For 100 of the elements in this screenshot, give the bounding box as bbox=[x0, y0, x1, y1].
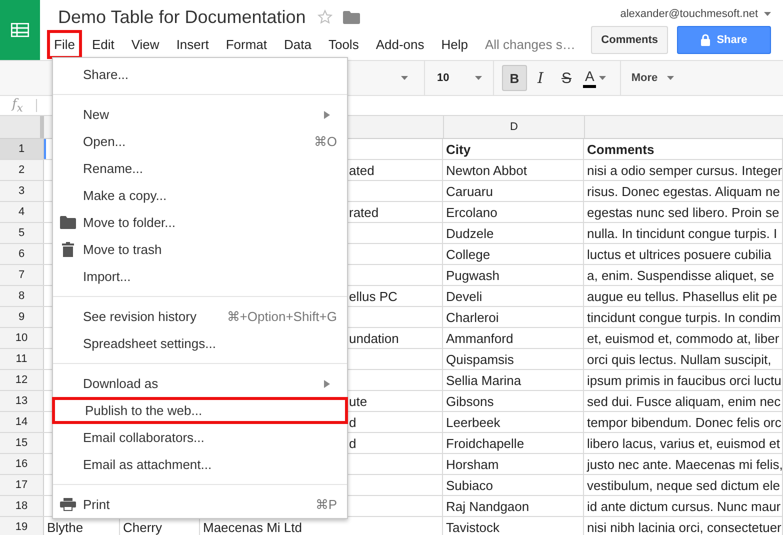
caret-icon[interactable] bbox=[764, 12, 771, 16]
menu-item[interactable]: Data bbox=[277, 30, 318, 58]
row-number[interactable]: 19 bbox=[0, 517, 44, 535]
font-size-dropdown[interactable]: 10 bbox=[433, 72, 485, 84]
folder-icon bbox=[60, 216, 76, 229]
table-cell: nisi nibh lacinia orci, consectetuer bbox=[587, 520, 782, 534]
caret-icon bbox=[599, 76, 606, 80]
column-header[interactable]: D bbox=[443, 116, 584, 138]
text-color-button[interactable]: A bbox=[580, 65, 612, 91]
dropdown-caret-icon[interactable] bbox=[401, 76, 408, 80]
table-cell: Ercolano bbox=[446, 206, 498, 218]
menu-item[interactable]: Open... ⌘O bbox=[53, 128, 347, 155]
caret-icon bbox=[666, 76, 674, 80]
table-cell: rated bbox=[349, 206, 379, 218]
table-cell: nisi a odio semper cursus. Integer bbox=[587, 164, 782, 176]
document-title[interactable]: Demo Table for Documentation bbox=[58, 6, 306, 28]
table-cell: Horsham bbox=[446, 458, 499, 470]
bold-button[interactable]: B bbox=[502, 65, 527, 91]
table-cell: Quispamsis bbox=[446, 352, 514, 366]
row-number[interactable]: 3 bbox=[0, 181, 44, 201]
row-number[interactable]: 5 bbox=[0, 223, 44, 243]
table-cell: Caruaru bbox=[446, 184, 493, 198]
table-cell: augue eu tellus. Phasellus elit pe bbox=[587, 290, 778, 302]
row-number[interactable]: 12 bbox=[0, 370, 44, 390]
table-cell: Cherry bbox=[123, 520, 162, 534]
menu-item[interactable]: Share... bbox=[53, 61, 347, 88]
row-number[interactable]: 18 bbox=[0, 496, 44, 516]
table-cell: Subiaco bbox=[446, 478, 493, 492]
row-number[interactable]: 6 bbox=[0, 244, 44, 264]
table-cell: tempor bibendum. Donec felis orc bbox=[587, 416, 782, 428]
menu-item[interactable]: Edit bbox=[84, 30, 122, 58]
comments-button[interactable]: Comments bbox=[591, 26, 668, 54]
row-number[interactable]: 9 bbox=[0, 307, 44, 327]
row-number[interactable]: 10 bbox=[0, 328, 44, 348]
menu-item[interactable]: Help bbox=[434, 30, 475, 58]
row-number[interactable]: 13 bbox=[0, 391, 44, 411]
menu-item[interactable]: Import... bbox=[53, 263, 347, 290]
table-cell: et, euismod et, commodo at, liber bbox=[587, 332, 780, 344]
menu-item[interactable]: Format bbox=[218, 30, 274, 58]
table-cell: Dudzele bbox=[446, 226, 494, 240]
table-cell: d bbox=[349, 416, 356, 428]
submenu-arrow-icon bbox=[324, 380, 330, 388]
caret-icon bbox=[475, 76, 482, 80]
menu-item[interactable]: Insert bbox=[169, 30, 216, 58]
row-number[interactable]: 1 bbox=[0, 139, 44, 159]
menu-item[interactable]: View bbox=[124, 30, 166, 58]
menu-item[interactable]: Make a copy... bbox=[53, 182, 347, 209]
more-button[interactable]: More bbox=[629, 72, 676, 84]
menu-item[interactable]: Download as bbox=[53, 370, 347, 397]
menu-item[interactable]: New bbox=[53, 101, 347, 128]
table-cell: Blythe bbox=[47, 520, 84, 534]
table-cell: a, enim. Suspendisse aliquet, se bbox=[587, 268, 774, 282]
row-number[interactable]: 16 bbox=[0, 454, 44, 474]
table-cell: justo nec ante. Maecenas mi felis, bbox=[587, 458, 783, 470]
row-number[interactable]: 14 bbox=[0, 412, 44, 432]
account-email[interactable]: alexander@touchmesoft.net bbox=[620, 8, 758, 20]
table-cell: Froidchapelle bbox=[446, 436, 524, 450]
table-cell: Pugwash bbox=[446, 268, 500, 282]
menu-item[interactable]: Publish to the web... bbox=[52, 397, 348, 424]
row-number[interactable]: 7 bbox=[0, 265, 44, 285]
menu-item[interactable]: Move to trash bbox=[53, 236, 347, 263]
menu-item[interactable]: Print ⌘P bbox=[53, 491, 347, 518]
row-number[interactable]: 8 bbox=[0, 286, 44, 306]
app-logo[interactable] bbox=[0, 0, 40, 60]
table-cell: tincidunt congue turpis. In condim bbox=[587, 310, 781, 324]
printer-icon bbox=[60, 498, 76, 511]
table-cell: Gibsons bbox=[446, 394, 494, 408]
table-cell: undation bbox=[349, 332, 399, 344]
table-cell: Ammanford bbox=[446, 332, 514, 344]
row-number[interactable]: 17 bbox=[0, 475, 44, 495]
menu-item[interactable]: See revision history ⌘+Option+Shift+G bbox=[53, 303, 347, 330]
menu-item[interactable]: Email as attachment... bbox=[53, 451, 347, 478]
strikethrough-button[interactable]: S bbox=[554, 65, 579, 91]
table-cell: ute bbox=[349, 394, 368, 408]
menu-item[interactable]: Tools bbox=[321, 30, 366, 58]
row-number[interactable]: 11 bbox=[0, 349, 44, 369]
italic-button[interactable]: I bbox=[528, 65, 553, 91]
menu-item[interactable]: Rename... bbox=[53, 155, 347, 182]
star-icon[interactable] bbox=[316, 9, 333, 25]
table-cell: ipsum primis in faucibus orci luctu bbox=[587, 374, 782, 386]
row-number[interactable]: 2 bbox=[0, 160, 44, 180]
row-number[interactable]: 4 bbox=[0, 202, 44, 222]
table-cell: College bbox=[446, 248, 490, 260]
trash-icon bbox=[62, 242, 74, 257]
submenu-arrow-icon bbox=[324, 110, 330, 118]
menu-item[interactable]: Spreadsheet settings... bbox=[53, 330, 347, 357]
table-cell: ated bbox=[349, 164, 374, 176]
table-cell: Tavistock bbox=[446, 520, 500, 534]
menu-item[interactable]: Move to folder... bbox=[53, 209, 347, 236]
folder-icon[interactable] bbox=[342, 10, 360, 24]
table-cell: Comments bbox=[587, 142, 654, 156]
table-cell: sed dui. Fusce aliquam, enim nec bbox=[587, 394, 781, 408]
row-number[interactable]: 15 bbox=[0, 433, 44, 453]
table-cell: Charleroi bbox=[446, 310, 499, 324]
table-cell: Raj Nandgaon bbox=[446, 500, 530, 512]
menu-item[interactable]: Add-ons bbox=[368, 30, 432, 58]
table-cell: orci quis lectus. Nullam suscipit, bbox=[587, 352, 772, 366]
save-status: All changes s… bbox=[485, 36, 576, 52]
menu-item[interactable]: Email collaborators... bbox=[53, 424, 347, 451]
table-cell: City bbox=[446, 142, 471, 156]
